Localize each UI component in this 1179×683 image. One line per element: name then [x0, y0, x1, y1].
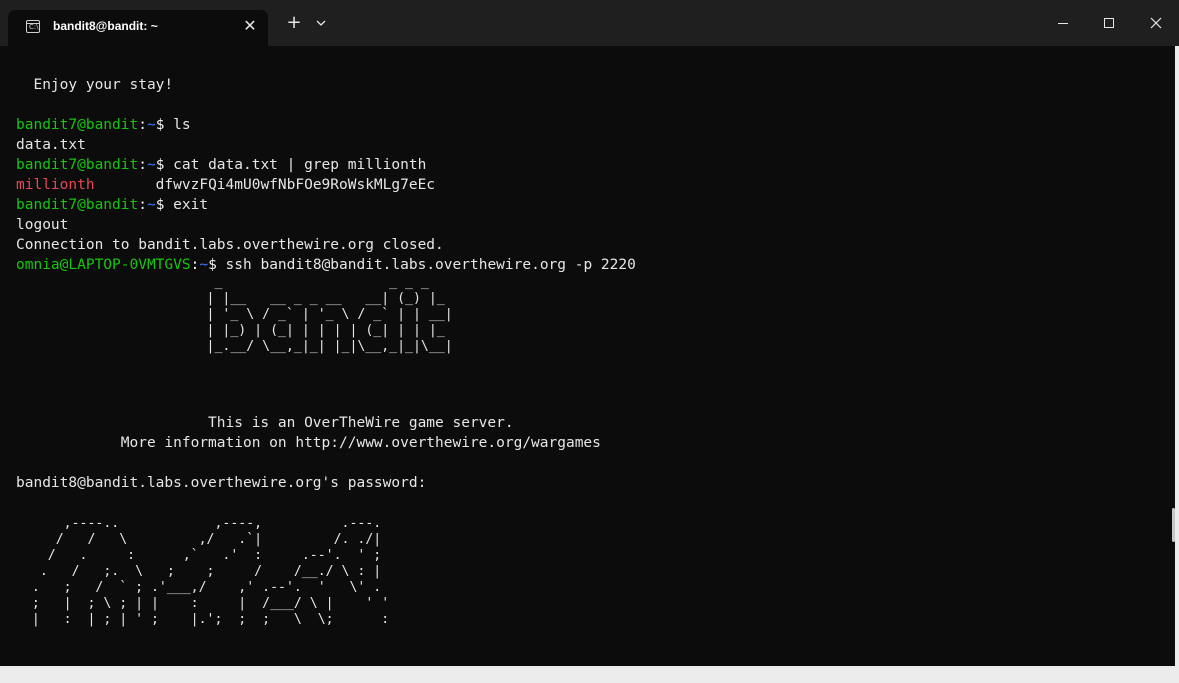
password-prompt: bandit8@bandit.labs.overthewire.org's pa…	[16, 475, 427, 491]
new-tab-button[interactable]: +	[283, 12, 305, 34]
banner-art-line: | '_ \ / _` | '_ \ / _` | | __|	[16, 307, 453, 322]
window-edge	[1175, 46, 1179, 666]
logo-art-line: . / ;. \ ; ; / /__./ \ : |	[16, 564, 382, 579]
logo-art-line: / . : ,` .' : .--'. ' ;	[16, 548, 382, 563]
banner-art-line: _ _ _ _	[16, 275, 453, 290]
prompt-line: bandit7@bandit:~$ cat data.txt | grep mi…	[16, 157, 427, 173]
tab-bandit8[interactable]: C:\ bandit8@bandit: ~ ✕	[8, 10, 268, 46]
close-window-button[interactable]	[1133, 0, 1179, 46]
prompt-line: bandit7@bandit:~$ ls	[16, 117, 191, 133]
command-output: logout	[16, 217, 69, 233]
tab-dropdown-button[interactable]	[312, 14, 330, 32]
maximize-button[interactable]	[1086, 0, 1132, 46]
window-edge	[0, 666, 1179, 683]
title-bar: C:\ bandit8@bandit: ~ ✕ +	[0, 0, 1179, 46]
minimize-icon	[1058, 22, 1068, 24]
command-output: data.txt	[16, 137, 86, 153]
close-tab-icon[interactable]: ✕	[240, 16, 260, 36]
command-output: Connection to bandit.labs.overthewire.or…	[16, 237, 444, 253]
banner-art-line: | |_) | (_| | | | | (_| | | |_	[16, 323, 453, 338]
minimize-button[interactable]	[1040, 0, 1086, 46]
logo-art-line: ,----.. ,----, .---.	[16, 516, 382, 531]
logo-art-line: | : | ; | ' ; |.'; ; ; \ \; :	[16, 612, 390, 627]
maximize-icon	[1104, 18, 1114, 28]
server-info-line: More information on http://www.overthewi…	[16, 435, 601, 451]
terminal-icon: C:\	[26, 20, 40, 33]
grep-match: millionth	[16, 177, 95, 193]
tab-title: bandit8@bandit: ~	[53, 19, 158, 33]
welcome-text: Enjoy your stay!	[16, 77, 174, 93]
chevron-down-icon	[316, 20, 326, 26]
grep-result: millionth dfwvzFQi4mU0wfNbFOe9RoWskMLg7e…	[16, 177, 436, 193]
logo-art-line: ; | ; \ ; | | : | /___/ \ | ' '	[16, 596, 390, 611]
prompt-line: omnia@LAPTOP-0VMTGVS:~$ ssh bandit8@band…	[16, 257, 636, 273]
prompt-line: bandit7@bandit:~$ exit	[16, 197, 209, 213]
terminal-output[interactable]: Enjoy your stay! bandit7@bandit:~$ ls da…	[0, 46, 1175, 666]
banner-art-line: | |__ __ _ _ __ __| (_) |_	[16, 291, 453, 306]
logo-art-line: . ; / ` ; .'___,/ ,' .--'. ' \' .	[16, 580, 382, 595]
server-info-line: This is an OverTheWire game server.	[16, 415, 514, 431]
banner-art-line: |_.__/ \__,_|_| |_|\__,_|_|\__|	[16, 339, 453, 354]
close-icon	[1150, 17, 1162, 29]
logo-art-line: / / \ ,/ .`| /. ./|	[16, 532, 382, 547]
